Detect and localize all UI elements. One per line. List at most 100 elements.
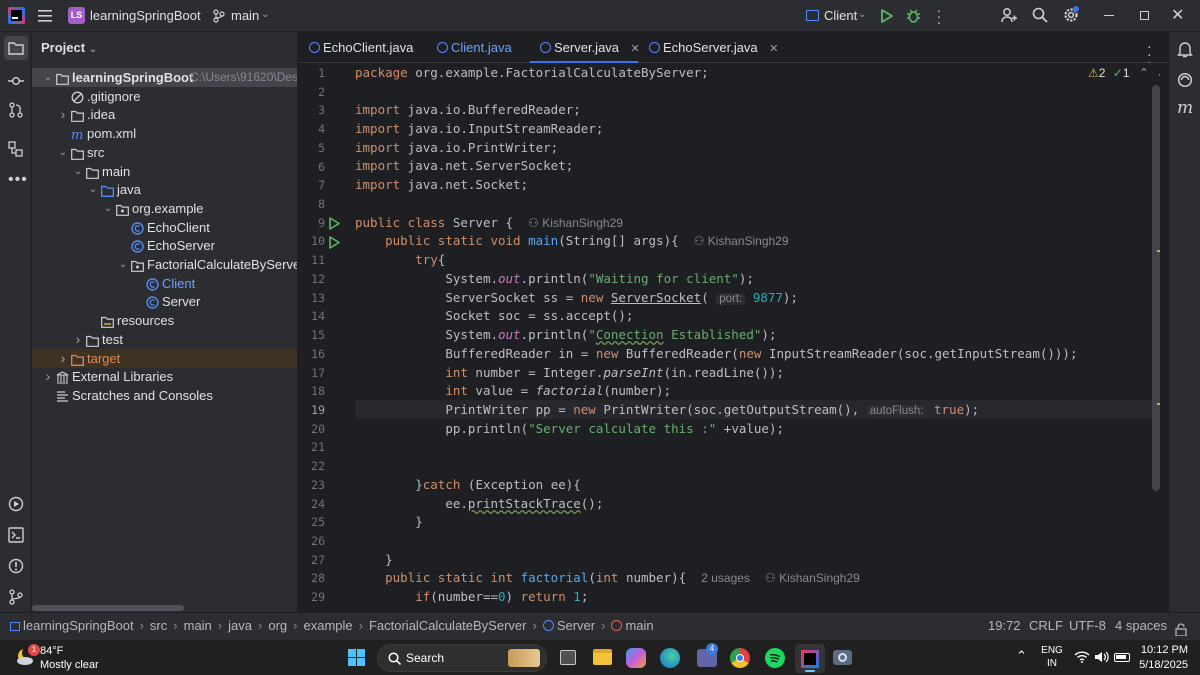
breadcrumb-item[interactable]: src [150,618,167,633]
problems-icon[interactable] [8,558,24,577]
line-number[interactable]: 26 [299,532,325,551]
close-tab-icon[interactable]: ✕ [769,43,778,55]
author-hint[interactable]: ⚇ KishanSingh29 [765,571,860,585]
chevron-down-icon[interactable]: ⌄ [57,143,69,162]
chevron-up-icon[interactable]: ⌃ [1139,66,1149,80]
chevron-right-icon[interactable]: › [57,105,69,124]
language-indicator[interactable]: ENG IN [1040,644,1064,670]
tree-item[interactable]: › target [32,348,297,368]
code-editor[interactable]: package org.example.FactorialCalculateBy… [355,63,1160,612]
wifi-icon[interactable] [1074,651,1090,666]
warning-stripe-marker[interactable] [1157,250,1160,252]
task-view-icon[interactable] [560,650,576,665]
line-number[interactable]: 22 [299,457,325,476]
breadcrumb-item[interactable]: main [184,618,212,633]
battery-icon[interactable] [1114,653,1130,662]
line-number[interactable]: 9 [299,214,325,233]
commit-icon[interactable] [8,74,24,89]
restore-button[interactable] [1140,11,1149,20]
breadcrumb-item[interactable]: example [303,618,352,633]
line-number[interactable]: 23 [299,476,325,495]
ai-assistant-icon[interactable] [1177,72,1193,91]
line-number[interactable]: 29 [299,588,325,607]
line-number[interactable]: 20 [299,420,325,439]
line-number[interactable]: 17 [299,364,325,383]
tree-item[interactable]: › test [32,330,297,349]
line-number[interactable]: 7 [299,176,325,195]
file-explorer-icon[interactable] [593,649,612,665]
tree-item[interactable]: Scratches and Consoles [32,386,297,405]
tree-item[interactable]: › External Libraries [32,367,297,386]
volume-icon[interactable] [1094,651,1109,666]
caret-position[interactable]: 19:72 [988,613,1021,639]
tree-item[interactable]: ⌄ java [32,180,297,199]
close-window-button[interactable]: ✕ [1171,5,1184,25]
minimize-button[interactable] [1104,15,1114,16]
line-number[interactable]: 27 [299,551,325,570]
run-icon[interactable] [881,9,893,26]
chevron-down-icon[interactable]: ⌄ [102,199,114,218]
vertical-scrollbar[interactable] [1152,85,1160,491]
tab-echoserver-java[interactable]: EchoServer.java ✕ [649,32,779,63]
tree-item[interactable]: EchoClient [32,218,297,237]
debug-icon[interactable] [906,8,921,26]
author-hint[interactable]: ⚇ KishanSingh29 [694,234,789,248]
chevron-right-icon[interactable]: › [72,330,84,349]
line-number[interactable]: 6 [299,158,325,177]
breadcrumb-item[interactable]: org [268,618,287,633]
weather-widget[interactable]: 1 84°F Mostly clear [14,644,124,672]
inspection-widget[interactable]: ⚠2 ✓1 ⌃ ⌄ [1088,66,1160,80]
tree-item[interactable]: .gitignore [32,87,297,106]
chevron-down-icon[interactable]: ⌄ [87,180,99,199]
indent-setting[interactable]: 4 spaces [1115,613,1167,639]
tab-echoclient-java[interactable]: EchoClient.java [309,32,413,63]
edge-browser-icon[interactable] [660,648,680,668]
breadcrumb-item[interactable]: FactorialCalculateByServer [369,618,527,633]
line-number[interactable]: 28 [299,569,325,588]
git-icon[interactable] [8,589,24,608]
terminal-icon[interactable] [8,527,24,546]
taskbar-search-box[interactable]: Search [377,644,547,672]
windows-start-icon[interactable] [348,649,366,667]
intellij-taskbar-icon[interactable] [795,644,825,673]
main-menu-icon[interactable] [38,9,52,22]
code-with-me-icon[interactable] [1001,7,1017,26]
line-number[interactable]: 14 [299,307,325,326]
line-number[interactable]: 8 [299,195,325,214]
file-encoding[interactable]: UTF-8 [1069,613,1106,639]
chevron-down-icon[interactable]: ⌄ [117,255,129,274]
tree-item[interactable]: › .idea [32,105,297,124]
tab-server-java[interactable]: Server.java ✕ [530,32,640,63]
line-number[interactable]: 19 [299,401,325,420]
tree-item[interactable]: ⌄ org.example [32,199,297,218]
close-tab-icon[interactable]: ✕ [631,43,640,55]
intellij-logo-icon[interactable] [8,7,25,24]
line-number[interactable]: 16 [299,345,325,364]
line-number[interactable]: 5 [299,139,325,158]
tree-item[interactable]: ⌄ src [32,143,297,162]
chevron-down-icon[interactable]: ⌄ [42,68,54,87]
settings-gear-icon[interactable] [1063,6,1079,26]
tree-item[interactable]: Server [32,292,297,311]
horizontal-scrollbar[interactable] [32,605,184,611]
tree-item[interactable]: ⌄ main [32,162,297,181]
chevron-down-icon[interactable]: ⌄ [1156,66,1160,80]
services-icon[interactable] [8,496,24,515]
run-config-selector[interactable]: Client ⌄ [806,6,870,26]
line-number[interactable]: 10 [299,232,325,251]
notifications-bell-icon[interactable] [1177,41,1193,61]
warning-stripe-marker[interactable] [1157,403,1160,405]
show-hidden-icons-chevron[interactable]: ⌃ [1016,648,1027,664]
usages-hint[interactable]: 2 usages [701,571,750,585]
line-number[interactable]: 24 [299,495,325,514]
tree-item[interactable]: ⌄ FactorialCalculateByServer [32,255,297,274]
line-number[interactable]: 3 [299,101,325,120]
author-hint[interactable]: ⚇ KishanSingh29 [528,216,623,230]
tree-item[interactable]: resources [32,311,297,330]
chevron-right-icon[interactable]: › [57,349,69,368]
copilot-icon[interactable] [626,648,646,668]
run-gutter-icon[interactable] [329,217,340,233]
chrome-icon[interactable] [730,648,750,668]
line-number[interactable]: 12 [299,270,325,289]
more-tools-icon[interactable]: ••• [8,172,28,188]
